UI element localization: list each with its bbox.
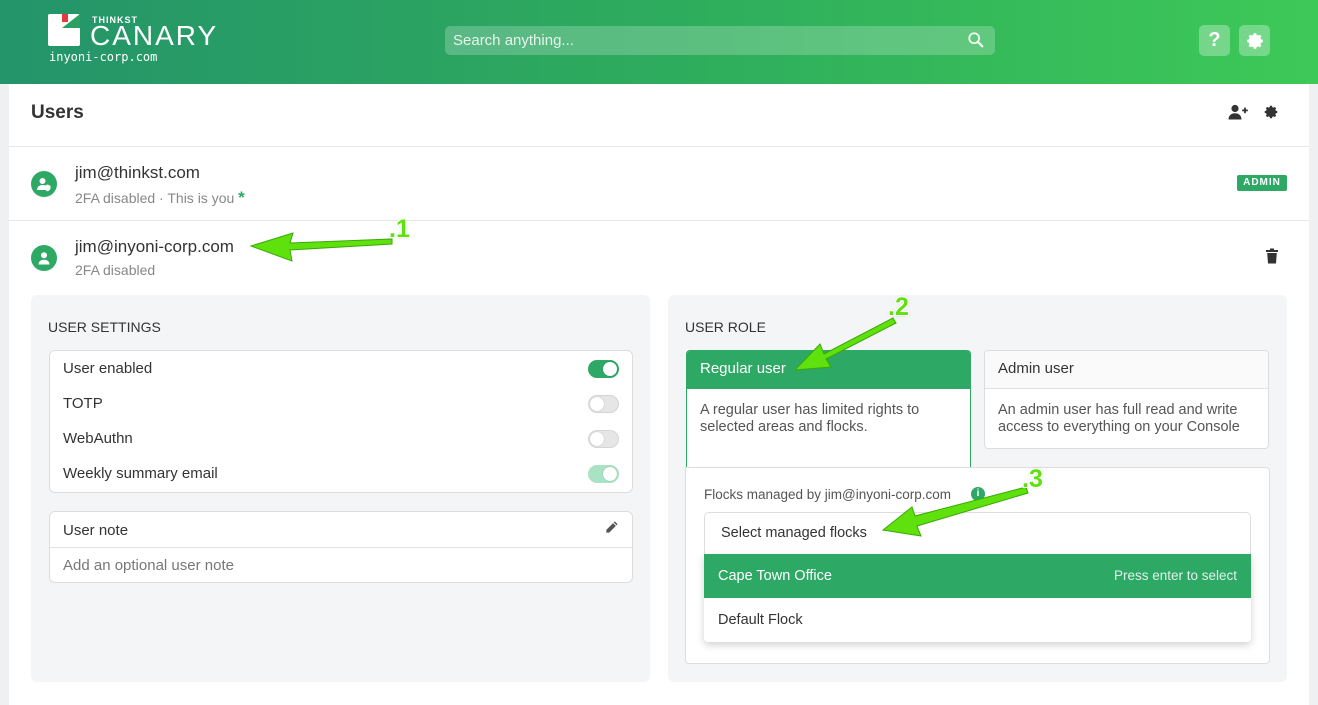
role-label: Admin user bbox=[985, 351, 1268, 389]
select-hint: Press enter to select bbox=[1113, 568, 1237, 583]
setting-user-enabled: User enabled bbox=[50, 351, 632, 386]
info-icon[interactable]: i bbox=[971, 487, 985, 501]
user-email: jim@thinkst.com bbox=[75, 163, 200, 182]
users-panel: Users jim@thinkst.com 2FA disabled · Thi… bbox=[9, 84, 1309, 705]
search-input[interactable] bbox=[445, 26, 995, 55]
page-title: Users bbox=[31, 102, 84, 123]
user-settings-card: USER SETTINGS User enabled TOTP WebAuthn… bbox=[31, 295, 650, 682]
trash-icon[interactable] bbox=[1265, 248, 1279, 264]
regular-user-option[interactable]: Regular user A regular user has limited … bbox=[686, 350, 971, 467]
pencil-icon[interactable] bbox=[604, 520, 619, 535]
setting-label: Weekly summary email bbox=[63, 465, 218, 482]
avatar bbox=[31, 245, 57, 271]
user-note-box: User note bbox=[49, 511, 633, 583]
top-header: THINKST CANARY inyoni-corp.com ? bbox=[0, 0, 1318, 84]
setting-weekly-summary: Weekly summary email bbox=[50, 456, 632, 491]
search-icon[interactable] bbox=[967, 31, 985, 49]
flock-option-default-flock[interactable]: Default Flock bbox=[704, 598, 1251, 642]
user-icon bbox=[38, 252, 50, 265]
flocks-label: Flocks managed by jim@inyoni-corp.com bbox=[704, 487, 952, 502]
setting-totp: TOTP bbox=[50, 386, 632, 421]
user-email: jim@inyoni-corp.com bbox=[75, 237, 234, 256]
setting-webauthn: WebAuthn bbox=[50, 421, 632, 456]
flock-option-label: Cape Town Office bbox=[718, 568, 832, 584]
settings-toggle-list: User enabled TOTP WebAuthn Weekly summar… bbox=[49, 350, 633, 493]
console-domain: inyoni-corp.com bbox=[49, 50, 158, 64]
setting-label: TOTP bbox=[63, 395, 103, 412]
you-marker: * bbox=[238, 188, 245, 207]
gear-icon[interactable] bbox=[1263, 104, 1279, 120]
canary-logo[interactable]: THINKST CANARY inyoni-corp.com bbox=[48, 14, 248, 66]
flocks-dropdown: Cape Town Office Press enter to select D… bbox=[704, 554, 1251, 642]
row-divider bbox=[9, 220, 1309, 221]
flock-option-cape-town-office[interactable]: Cape Town Office Press enter to select bbox=[704, 554, 1251, 598]
gear-icon bbox=[1246, 32, 1263, 49]
role-description: A regular user has limited rights to sel… bbox=[700, 402, 920, 435]
flock-option-label: Default Flock bbox=[718, 612, 803, 628]
help-icon: ? bbox=[1208, 29, 1221, 51]
user-role-card: USER ROLE Regular user A regular user ha… bbox=[668, 295, 1287, 682]
user-status: 2FA disabled · This is you * bbox=[75, 188, 245, 208]
annotation-label-3: .3 bbox=[1022, 465, 1043, 493]
admin-badge: ADMIN bbox=[1237, 175, 1287, 191]
header-divider bbox=[9, 146, 1309, 147]
user-settings-title: USER SETTINGS bbox=[48, 319, 161, 335]
user-status-text: 2FA disabled · This is you bbox=[75, 190, 235, 206]
role-description: An admin user has full read and write ac… bbox=[998, 402, 1240, 435]
add-user-icon[interactable] bbox=[1228, 104, 1248, 120]
search-bar[interactable] bbox=[445, 26, 995, 55]
help-button[interactable]: ? bbox=[1199, 25, 1230, 56]
settings-button[interactable] bbox=[1239, 25, 1270, 56]
avatar bbox=[31, 171, 57, 197]
user-role-title: USER ROLE bbox=[685, 319, 766, 335]
admin-user-option[interactable]: Admin user An admin user has full read a… bbox=[984, 350, 1269, 449]
setting-label: WebAuthn bbox=[63, 430, 133, 447]
user-shield-icon bbox=[37, 178, 51, 192]
user-note-input[interactable] bbox=[50, 548, 632, 582]
annotation-label-1: .1 bbox=[389, 215, 410, 243]
weekly-summary-toggle[interactable] bbox=[588, 465, 619, 483]
user-note-title: User note bbox=[63, 522, 129, 539]
user-enabled-toggle[interactable] bbox=[588, 360, 619, 378]
managed-flocks-select[interactable]: Select managed flocks bbox=[704, 512, 1251, 554]
setting-label: User enabled bbox=[63, 360, 153, 377]
totp-toggle[interactable] bbox=[588, 395, 619, 413]
webauthn-toggle[interactable] bbox=[588, 430, 619, 448]
managed-flocks-box: Flocks managed by jim@inyoni-corp.com i … bbox=[685, 467, 1270, 664]
annotation-label-2: .2 bbox=[888, 293, 909, 321]
role-label: Regular user bbox=[687, 351, 970, 389]
canary-logo-mark bbox=[48, 14, 80, 46]
user-status: 2FA disabled bbox=[75, 262, 156, 278]
brand-name: CANARY bbox=[90, 20, 219, 51]
